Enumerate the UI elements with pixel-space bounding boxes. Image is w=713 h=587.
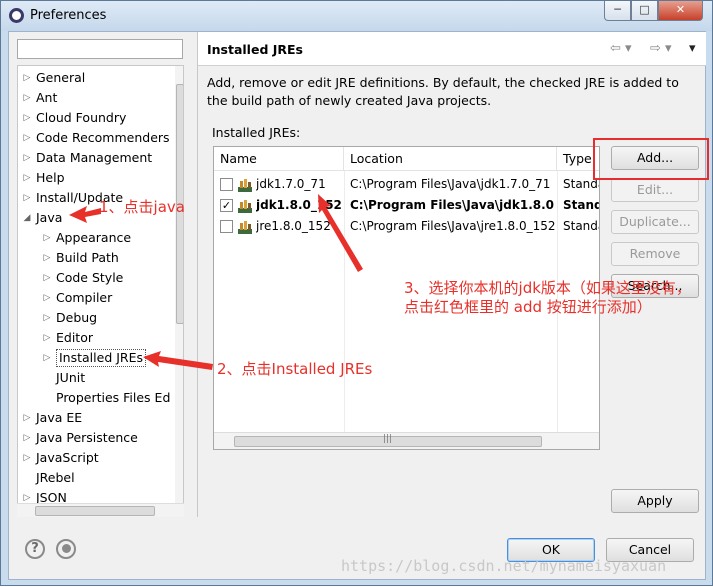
tree-item-label: Properties Files Ed (56, 390, 171, 405)
expand-arrow-icon[interactable]: ▷ (22, 148, 32, 168)
column-header-name[interactable]: Name (214, 147, 344, 171)
installed-jres-label: Installed JREs: (212, 125, 301, 140)
tree-item-label: Java EE (36, 410, 83, 425)
expand-arrow-icon[interactable]: ▷ (22, 88, 32, 108)
jre-icon (238, 178, 252, 192)
expand-arrow-icon[interactable]: ▷ (42, 328, 52, 348)
title-bar[interactable]: Preferences ─ □ ✕ (1, 1, 712, 31)
watermark: https://blog.csdn.net/mynameisyaxuan (341, 557, 667, 575)
expanded-arrow-icon[interactable]: ◢ (22, 208, 32, 228)
help-icon[interactable]: ? (25, 539, 45, 559)
expand-arrow-icon[interactable]: ▷ (22, 188, 32, 208)
jre-name: jre1.8.0_152 (256, 219, 331, 233)
tree-item-label: JRebel (36, 470, 75, 485)
window-title: Preferences (30, 8, 107, 23)
jre-name: jdk1.8.0_152... (256, 198, 342, 212)
tree-item-label: Appearance (56, 230, 132, 245)
annotation-step1: 1、点击java (99, 198, 185, 216)
edit-button[interactable]: Edit... (611, 178, 699, 202)
filter-input[interactable] (17, 39, 183, 59)
expand-arrow-icon[interactable]: ▷ (42, 228, 52, 248)
table-row[interactable]: jre1.8.0_152 C:\Program Files\Java\jre1.8… (214, 216, 599, 237)
column-separator (344, 171, 345, 432)
tree-item-label: JavaScript (36, 450, 99, 465)
highlight-box (593, 138, 709, 180)
back-icon[interactable]: ⇦ ▾ (610, 41, 632, 56)
description-text: Add, remove or edit JRE definitions. By … (207, 75, 679, 108)
view-menu-icon[interactable]: ▾ (689, 41, 696, 56)
tree-item-label: Help (36, 170, 65, 185)
record-icon[interactable] (56, 539, 76, 559)
tree-item-label: Data Management (36, 150, 153, 165)
tree-vertical-scrollbar[interactable]: ▼ (175, 66, 183, 516)
expand-arrow-icon[interactable]: ▷ (22, 408, 32, 428)
jre-type: Standa (563, 219, 599, 233)
jre-checkbox[interactable] (220, 220, 233, 233)
tree-item-label: Installed JREs (56, 349, 147, 367)
jre-icon (238, 220, 252, 234)
jre-icon (238, 199, 252, 213)
expand-arrow-icon[interactable]: ▷ (22, 428, 32, 448)
tree-hscroll-thumb[interactable] (35, 506, 155, 516)
jre-checkbox[interactable]: ✓ (220, 199, 233, 212)
column-header-location[interactable]: Location (344, 147, 557, 171)
tree-item-label: JUnit (56, 370, 86, 385)
tree-item-label: Code Recommenders (36, 130, 170, 145)
tree-item-label: Java (36, 210, 63, 225)
table-horizontal-scrollbar[interactable]: ||| (214, 432, 599, 449)
minimize-button[interactable]: ─ (604, 1, 631, 21)
pane-header: Installed JREs ⇦ ▾ ⇨ ▾ ▾ (198, 32, 706, 66)
apply-button[interactable]: Apply (611, 489, 699, 513)
jre-location: C:\Program Files\Java\jdk1.7.0_71 (350, 177, 551, 191)
tree-item-label: Cloud Foundry (36, 110, 127, 125)
tree-item-label: Editor (56, 330, 93, 345)
expand-arrow-icon[interactable]: ▷ (22, 68, 32, 88)
jre-location: C:\Program Files\Java\jre1.8.0_152 (350, 219, 555, 233)
maximize-button[interactable]: □ (631, 1, 658, 21)
tree-item-label: Compiler (56, 290, 113, 305)
annotation-step3-line2: 点击红色框里的 add 按钮进行添加） (404, 298, 652, 316)
scroll-grip-icon: ||| (383, 434, 393, 444)
expand-arrow-icon[interactable]: ▷ (22, 448, 32, 468)
expand-arrow-icon[interactable]: ▷ (22, 168, 32, 188)
tree-horizontal-scrollbar[interactable] (17, 503, 184, 517)
expand-arrow-icon[interactable]: ▷ (42, 288, 52, 308)
page-title: Installed JREs (207, 42, 304, 57)
jre-checkbox[interactable] (220, 178, 233, 191)
tree-item-label: General (36, 70, 86, 85)
jre-type: Stand (563, 198, 600, 212)
jre-name: jdk1.7.0_71 (256, 177, 326, 191)
duplicate-button[interactable]: Duplicate... (611, 210, 699, 234)
expand-arrow-icon[interactable]: ▷ (22, 108, 32, 128)
annotation-step3-line1: 3、选择你本机的jdk版本（如果这里没有， (404, 279, 691, 297)
expand-arrow-icon[interactable]: ▷ (22, 128, 32, 148)
expand-arrow-icon[interactable]: ▷ (42, 348, 52, 368)
installed-jres-pane: Installed JREs ⇦ ▾ ⇨ ▾ ▾ Add, remove or … (197, 32, 706, 517)
close-button[interactable]: ✕ (658, 1, 703, 21)
table-row[interactable]: ✓ jdk1.8.0_152... C:\Program Files\Java\jd… (214, 195, 600, 216)
expand-arrow-icon[interactable]: ▷ (42, 268, 52, 288)
remove-button[interactable]: Remove (611, 242, 699, 266)
table-hscroll-thumb[interactable]: ||| (234, 434, 542, 447)
tree-item-label: Java Persistence (36, 430, 138, 445)
preference-tree: ▷ General ▷ Ant ▷ Cloud Foundry ▷ Code Recommen… (17, 65, 184, 517)
tree-item-label: Code Style (56, 270, 124, 285)
tree-item-label: Debug (56, 310, 98, 325)
table-row[interactable]: jdk1.7.0_71 C:\Program Files\Java\jdk1.7.… (214, 174, 599, 195)
expand-arrow-icon[interactable]: ▷ (42, 248, 52, 268)
eclipse-icon (9, 8, 24, 23)
preferences-window: Preferences ─ □ ✕ ▷ General ▷ Ant ▷ Cloud Fou… (0, 0, 713, 586)
jre-location: C:\Program Files\Java\jdk1.8.0... (350, 198, 555, 212)
tree-item-label: Build Path (56, 250, 119, 265)
annotation-step2: 2、点击Installed JREs (217, 360, 373, 378)
forward-icon[interactable]: ⇨ ▾ (650, 41, 672, 56)
expand-arrow-icon[interactable]: ▷ (42, 308, 52, 328)
tree-item-label: Ant (36, 90, 58, 105)
